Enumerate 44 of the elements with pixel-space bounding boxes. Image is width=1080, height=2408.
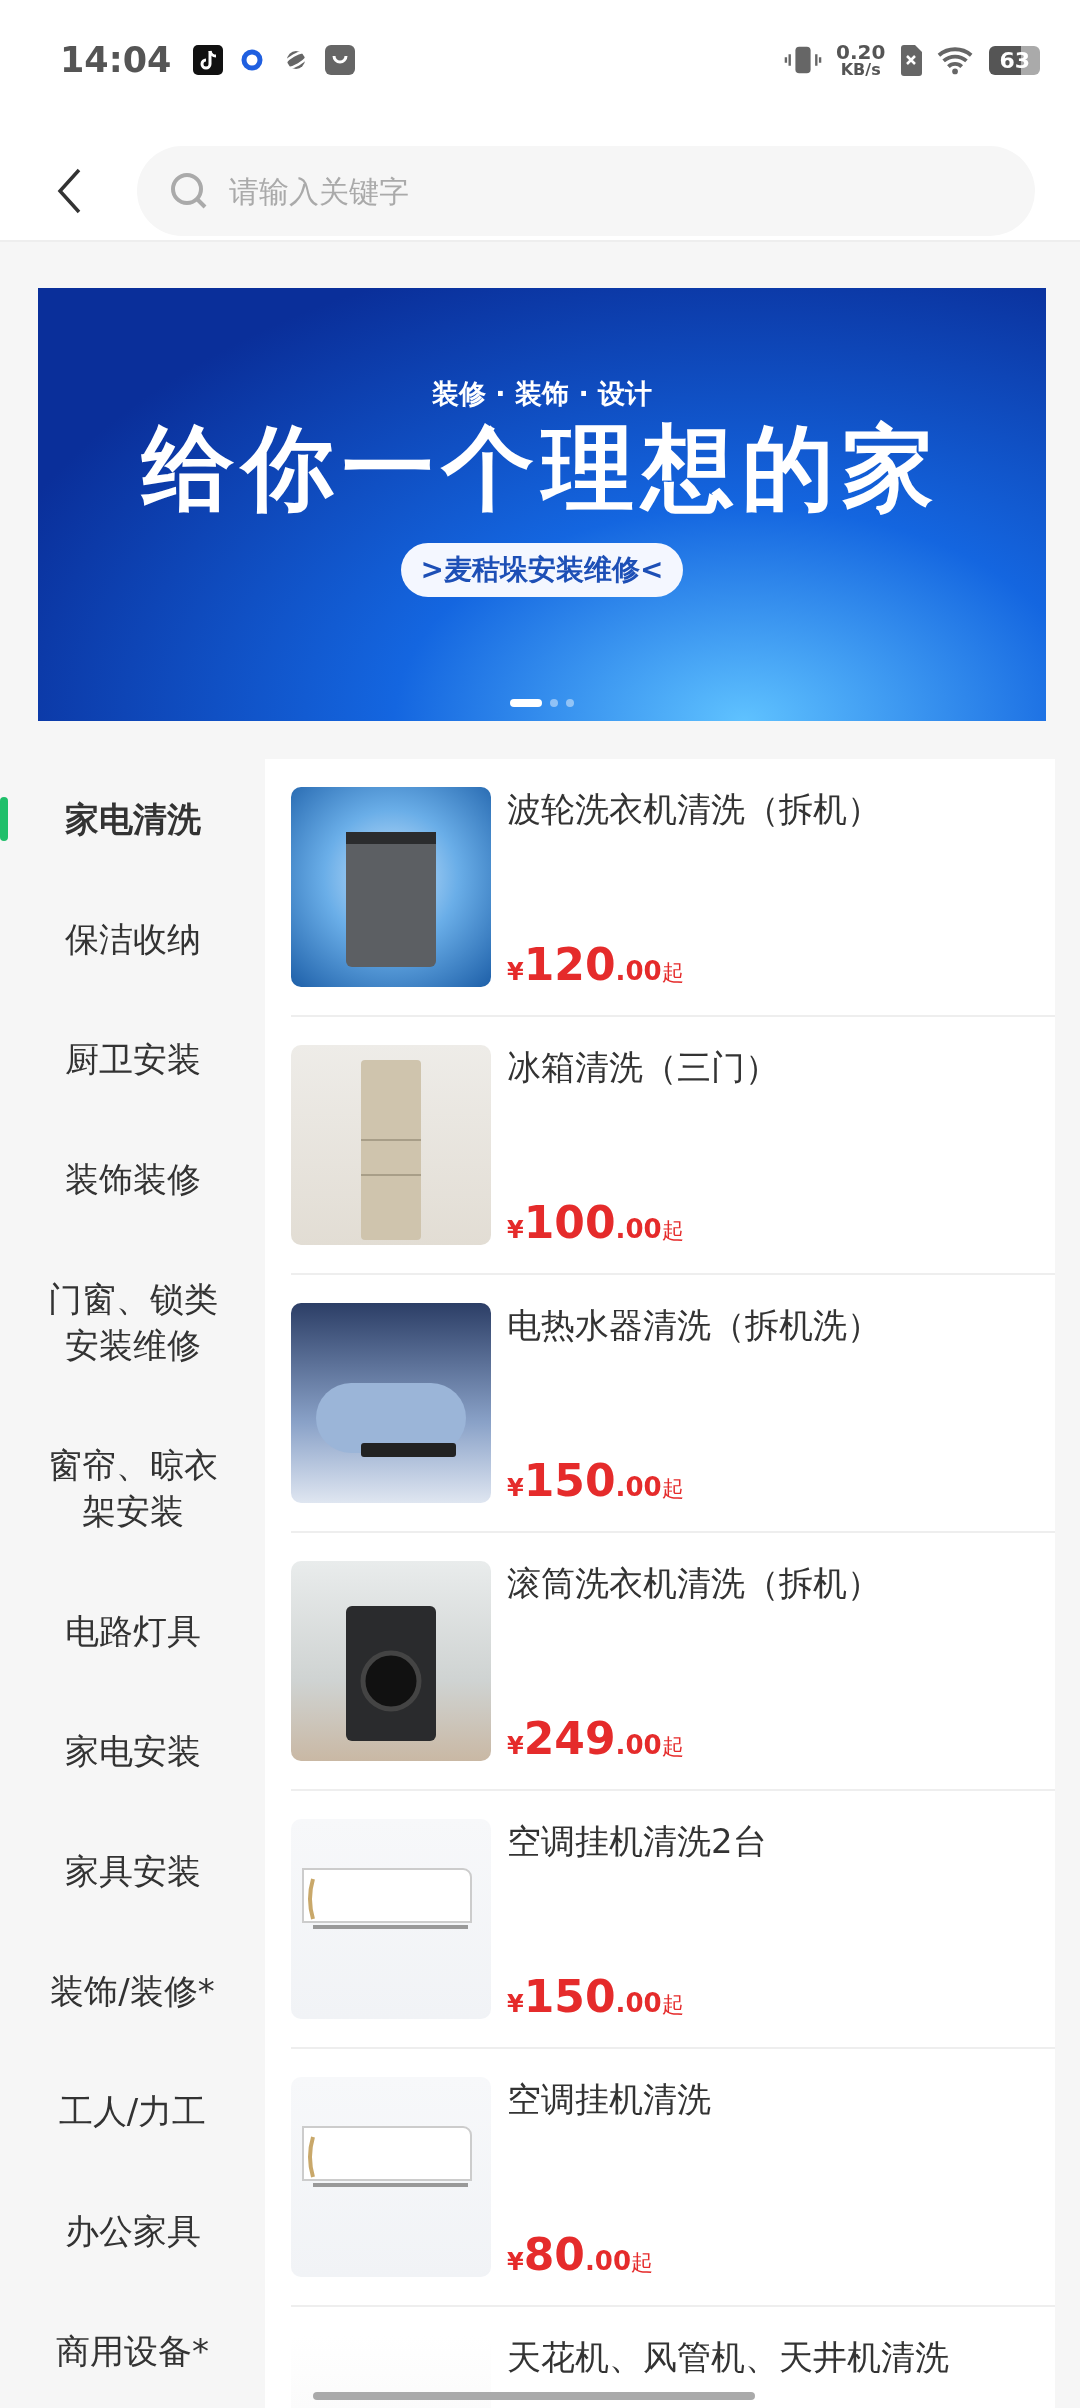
- search-field[interactable]: 请输入关键字: [137, 146, 1035, 236]
- category-item[interactable]: 装饰装修: [0, 1119, 265, 1239]
- category-item[interactable]: 家电安装: [0, 1691, 265, 1811]
- product-title[interactable]: 冰箱清洗（三门）: [507, 1045, 779, 1089]
- category-item[interactable]: 家具安装: [0, 1811, 265, 1931]
- product-price: ¥150.00起: [507, 1975, 685, 2019]
- search-icon: [169, 171, 209, 211]
- product-title[interactable]: 电热水器清洗（拆机洗）: [507, 1303, 881, 1347]
- category-item[interactable]: 办公家具: [0, 2171, 265, 2291]
- category-item[interactable]: 工人/力工: [0, 2051, 265, 2171]
- battery-indicator: 63: [989, 45, 1040, 75]
- network-speed: 0.20 KB/s: [836, 42, 886, 78]
- product-price: ¥80.00起: [507, 2233, 654, 2277]
- product-title[interactable]: 天花机、风管机、天井机清洗: [507, 2335, 949, 2379]
- product-price: ¥150.00起: [507, 1459, 685, 1503]
- product-title[interactable]: 空调挂机清洗2台: [507, 1819, 767, 1863]
- banner-tag: >麦秸垛安装维修<: [400, 543, 684, 598]
- product-title[interactable]: 空调挂机清洗: [507, 2077, 711, 2121]
- status-time: 14:04: [60, 40, 172, 80]
- category-item[interactable]: 门窗、锁类安装维修: [0, 1239, 265, 1405]
- sim-off-icon: [899, 44, 924, 76]
- category-item[interactable]: 电路灯具: [0, 1571, 265, 1691]
- app-icon: [193, 45, 224, 75]
- category-item[interactable]: 厨卫安装: [0, 999, 265, 1119]
- category-item[interactable]: 装饰/装修*: [0, 1931, 265, 2051]
- category-item[interactable]: 窗帘、晾衣架安装: [0, 1405, 265, 1571]
- product-photo[interactable]: [291, 1561, 491, 1761]
- vibrate-icon: [784, 44, 822, 76]
- category-item[interactable]: 保洁收纳: [0, 879, 265, 999]
- category-item[interactable]: 商用设备*: [0, 2291, 265, 2408]
- product-photo[interactable]: [291, 1303, 491, 1503]
- carousel-dot[interactable]: [566, 699, 574, 707]
- banner-subtitle: 装修 · 装饰 · 设计: [431, 377, 653, 411]
- category-item[interactable]: 家电清洗: [0, 759, 265, 879]
- product-price: ¥249.00起: [507, 1717, 685, 1761]
- product-title[interactable]: 波轮洗衣机清洗（拆机）: [507, 787, 881, 831]
- bag-icon: [325, 45, 356, 75]
- product-title[interactable]: 滚筒洗衣机清洗（拆机）: [507, 1561, 881, 1605]
- product-price: ¥100.00起: [507, 1201, 685, 1245]
- carousel-dot[interactable]: [550, 699, 558, 707]
- product-photo[interactable]: [291, 787, 491, 987]
- banner-background[interactable]: 装修 · 装饰 · 设计 给你一个理想的家 >麦秸垛安装维修<: [38, 288, 1046, 721]
- banner-title: 给你一个理想的家: [142, 418, 942, 520]
- product-price: ¥120.00起: [507, 943, 685, 987]
